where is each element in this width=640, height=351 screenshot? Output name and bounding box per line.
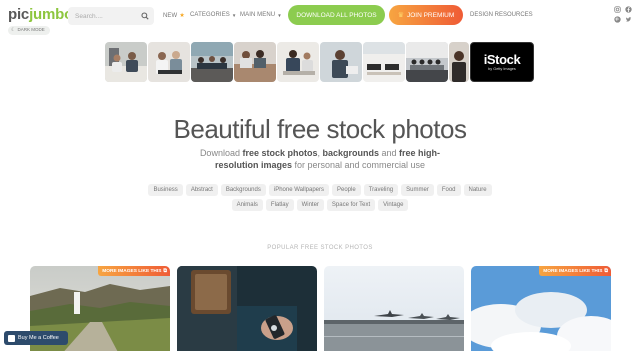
external-link-icon: ⧉ <box>163 268 167 274</box>
promo-thumbnail[interactable] <box>105 42 147 82</box>
tag-flatlay[interactable]: Flatlay <box>265 199 294 211</box>
logo-text-accent: jumbo <box>29 6 74 23</box>
tag-nature[interactable]: Nature <box>463 184 492 196</box>
photo-card-phone[interactable] <box>177 266 317 351</box>
promo-thumbnail[interactable] <box>277 42 319 82</box>
download-all-label: DOWNLOAD ALL PHOTOS <box>296 11 377 19</box>
crown-icon: ♛ <box>397 12 404 19</box>
page-title: Beautiful free stock photos <box>173 114 467 144</box>
tag-winter[interactable]: Winter <box>296 199 324 211</box>
instagram-icon[interactable] <box>614 6 621 13</box>
coffee-cup-icon <box>8 334 15 342</box>
subtitle-text: Download <box>199 148 243 158</box>
more-images-badge[interactable]: MORE IMAGES LIKE THIS ⧉ <box>539 266 611 276</box>
tag-traveling[interactable]: Traveling <box>363 184 399 196</box>
nav-new-label: NEW <box>163 12 178 19</box>
pinterest-icon[interactable] <box>614 16 621 23</box>
chevron-down-icon: ▼ <box>277 12 282 18</box>
promo-thumbnail[interactable] <box>191 42 233 82</box>
promo-thumbnail[interactable] <box>234 42 276 82</box>
tag-abstract[interactable]: Abstract <box>185 184 218 196</box>
tag-backgrounds[interactable]: Backgrounds <box>220 184 266 196</box>
search-input[interactable] <box>75 12 141 20</box>
tag-vintage[interactable]: Vintage <box>378 199 409 211</box>
tag-iphone-wallpapers[interactable]: iPhone Wallpapers <box>268 184 329 196</box>
promo-thumbnail[interactable] <box>406 42 448 82</box>
tag-summer[interactable]: Summer <box>401 184 434 196</box>
tag-business[interactable]: Business <box>148 184 183 196</box>
star-icon: ★ <box>179 13 185 19</box>
moon-icon: ☾ <box>11 27 16 33</box>
chevron-down-icon: ▼ <box>231 12 237 18</box>
join-premium-button[interactable]: ♛ JOIN PREMIUM <box>389 5 463 25</box>
photo-card-airport[interactable] <box>324 266 464 351</box>
nav-main-menu[interactable]: MAIN MENU ▼ <box>240 12 282 18</box>
nav-new[interactable]: NEW ★ <box>163 12 185 20</box>
sky-clouds-photo <box>471 266 611 351</box>
logo-text: pic <box>8 6 30 23</box>
social-links <box>614 6 632 23</box>
promo-thumbnail[interactable] <box>148 42 190 82</box>
promo-thumbnail[interactable] <box>449 42 469 82</box>
top-navigation: picjumbo ☾ DARK MODE NEW ★ CATEGORIES ▼ … <box>0 0 640 35</box>
category-tags: Business Abstract Backgrounds iPhone Wal… <box>140 184 500 211</box>
tag-space-for-text[interactable]: Space for Text <box>326 199 376 211</box>
nav-design-resources[interactable]: DESIGN RESOURCES <box>470 12 533 18</box>
tag-people[interactable]: People <box>332 184 361 196</box>
more-images-badge[interactable]: MORE IMAGES LIKE THIS ⧉ <box>98 266 170 276</box>
search-box <box>68 7 154 25</box>
facebook-icon[interactable] <box>625 6 632 13</box>
search-icon[interactable] <box>141 12 149 20</box>
nav-main-menu-label: MAIN MENU <box>240 12 276 18</box>
coffee-label: Buy Me a Coffee <box>18 335 59 341</box>
download-all-photos-button[interactable]: DOWNLOAD ALL PHOTOS <box>288 5 385 25</box>
istock-promo-strip[interactable]: iStock by Getty Images <box>105 42 534 82</box>
dark-mode-label: DARK MODE <box>17 27 45 33</box>
istock-logo[interactable]: iStock by Getty Images <box>470 42 534 82</box>
promo-thumbnail[interactable] <box>320 42 362 82</box>
more-images-label: MORE IMAGES LIKE THIS <box>543 268 603 274</box>
subtitle-bold: free stock photos <box>242 148 318 158</box>
buy-me-a-coffee-button[interactable]: Buy Me a Coffee <box>4 331 68 345</box>
popular-heading: POPULAR FREE STOCK PHOTOS <box>267 245 373 251</box>
tag-food[interactable]: Food <box>436 184 461 196</box>
external-link-icon: ⧉ <box>604 268 608 274</box>
nav-categories[interactable]: CATEGORIES ▼ <box>190 12 236 18</box>
site-logo[interactable]: picjumbo <box>8 6 73 23</box>
airport-photo <box>324 266 464 351</box>
dark-mode-toggle[interactable]: ☾ DARK MODE <box>8 26 50 35</box>
twitter-icon[interactable] <box>625 16 632 23</box>
promo-thumbnail[interactable] <box>363 42 405 82</box>
nav-categories-label: CATEGORIES <box>190 12 230 18</box>
istock-subtitle: by Getty Images <box>488 67 516 71</box>
tag-animals[interactable]: Animals <box>231 199 263 211</box>
subtitle-bold: backgrounds <box>322 148 380 158</box>
subtitle-text: and <box>379 148 400 158</box>
join-premium-label: JOIN PREMIUM <box>406 11 455 19</box>
photo-card-sky[interactable]: MORE IMAGES LIKE THIS ⧉ <box>471 266 611 351</box>
istock-title: iStock <box>483 52 521 67</box>
hands-phone-photo <box>177 266 317 351</box>
page-subtitle: Download free stock photos, backgrounds … <box>195 147 445 171</box>
subtitle-text: for personal and commercial use <box>291 160 426 170</box>
page: picjumbo ☾ DARK MODE NEW ★ CATEGORIES ▼ … <box>0 0 640 351</box>
more-images-label: MORE IMAGES LIKE THIS <box>102 268 162 274</box>
